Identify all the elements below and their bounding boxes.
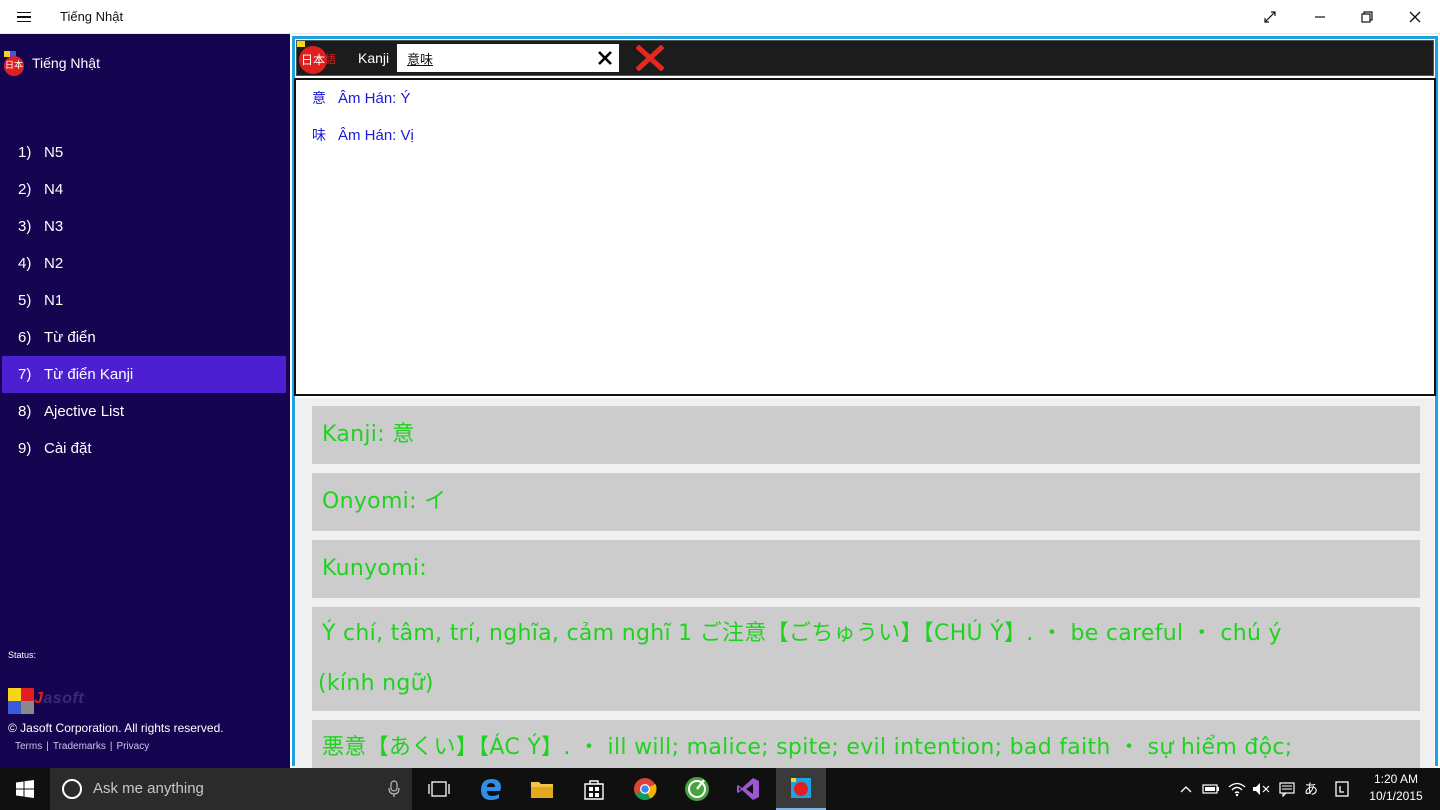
title-bar: Tiếng Nhật bbox=[0, 0, 1440, 34]
microphone-icon[interactable] bbox=[388, 780, 400, 798]
visual-studio-icon bbox=[737, 778, 759, 800]
taskbar-clock[interactable]: 1:20 AM 10/1/2015 bbox=[1366, 771, 1426, 805]
minimize-icon bbox=[1315, 16, 1325, 18]
red-x-icon bbox=[635, 44, 665, 72]
fullscreen-button[interactable] bbox=[1247, 0, 1293, 34]
restore-icon bbox=[1361, 11, 1373, 23]
search-mode-label: Kanji bbox=[358, 50, 390, 66]
search-field bbox=[397, 44, 619, 72]
sidebar-item-n2[interactable]: 4) N2 bbox=[2, 245, 286, 282]
chrome-icon bbox=[634, 778, 657, 800]
speaker-muted-icon bbox=[1253, 783, 1270, 795]
taskbar: Ask me anything あ 1:20 AM 10/1/2015 bbox=[0, 768, 1440, 810]
onyomi-card: Onyomi: イ bbox=[312, 473, 1420, 531]
clock-time: 1:20 AM bbox=[1373, 772, 1419, 786]
visual-studio-button[interactable] bbox=[723, 768, 773, 810]
list-item[interactable]: 味 Âm Hán: Vị bbox=[312, 125, 414, 145]
sidebar-item-n1[interactable]: 5) N1 bbox=[2, 282, 286, 319]
app-button-green[interactable] bbox=[672, 768, 722, 810]
network-button[interactable] bbox=[1226, 768, 1248, 810]
japanese-app-button[interactable] bbox=[776, 768, 826, 810]
show-hidden-icons-button[interactable] bbox=[1176, 768, 1196, 810]
edge-icon bbox=[481, 779, 501, 800]
sidebar-item-settings[interactable]: 9) Cài đặt bbox=[2, 430, 286, 467]
restore-button[interactable] bbox=[1344, 0, 1390, 34]
wifi-icon bbox=[1228, 782, 1246, 797]
start-button[interactable] bbox=[0, 768, 50, 810]
expand-icon bbox=[1264, 11, 1276, 23]
store-button[interactable] bbox=[569, 768, 619, 810]
kanji-card: Kanji: 意 bbox=[312, 406, 1420, 464]
file-explorer-button[interactable] bbox=[517, 768, 567, 810]
clock-date: 10/1/2015 bbox=[1369, 789, 1423, 803]
window-title: Tiếng Nhật bbox=[60, 9, 124, 24]
sidebar-item-n3[interactable]: 3) N3 bbox=[2, 208, 286, 245]
folder-icon bbox=[531, 782, 553, 798]
chrome-button[interactable] bbox=[620, 768, 670, 810]
action-center-button[interactable] bbox=[1276, 768, 1298, 810]
battery-button[interactable] bbox=[1200, 768, 1222, 810]
main-content: 日本 語 Kanji 意Âm Hán: Ý 味Âm Hán: Vị bbox=[290, 34, 1440, 768]
kanji-details-panel: Kanji: 意 Onyomi: イ Kunyomi: Ý chí, tâm, … bbox=[296, 398, 1434, 768]
sidebar: 日本 Tiếng Nhật 1) N5 2) N4 3) N3 4) N2 5) N1 6… bbox=[0, 34, 290, 768]
hamburger-menu-button[interactable] bbox=[10, 5, 38, 29]
privacy-link[interactable]: Privacy bbox=[116, 741, 149, 752]
kanji-result-list: 意 Âm Hán: Ý 味 Âm Hán: Vị bbox=[294, 78, 1436, 396]
task-view-icon bbox=[428, 781, 450, 797]
status-label: Status: bbox=[8, 650, 37, 660]
sidebar-header: 日本 Tiếng Nhật bbox=[4, 51, 100, 76]
search-bar: 日本 語 Kanji bbox=[296, 40, 1434, 76]
app-window: Tiếng Nhật 日本 Tiếng Nhật 1) N5 2) N4 3) N3 … bbox=[0, 0, 1440, 810]
windows-logo-icon bbox=[16, 780, 34, 798]
cortana-search-box[interactable]: Ask me anything bbox=[50, 768, 412, 810]
cortana-placeholder: Ask me anything bbox=[93, 780, 204, 797]
task-view-button[interactable] bbox=[414, 768, 464, 810]
clear-search-button[interactable] bbox=[595, 48, 615, 68]
close-icon bbox=[1409, 11, 1421, 23]
message-icon bbox=[1279, 782, 1295, 797]
example-card: 悪意【あくい】【ÁC Ý】. ・ ill will; malice; spite… bbox=[312, 720, 1420, 768]
volume-button[interactable] bbox=[1250, 768, 1272, 810]
list-item[interactable]: 意 Âm Hán: Ý bbox=[312, 88, 411, 108]
sidebar-item-n4[interactable]: 2) N4 bbox=[2, 171, 286, 208]
notification-button[interactable] bbox=[1330, 768, 1354, 810]
edge-browser-button[interactable] bbox=[466, 768, 516, 810]
meaning-card: Ý chí, tâm, trí, nghĩa, cảm nghĩ 1 ご注意【ご… bbox=[312, 607, 1420, 711]
kunyomi-card: Kunyomi: bbox=[312, 540, 1420, 598]
close-window-button[interactable] bbox=[1392, 0, 1438, 34]
app-logo-icon: 日本 bbox=[4, 51, 28, 76]
app-badge-icon: 日本 語 bbox=[297, 41, 337, 77]
sidebar-item-dictionary[interactable]: 6) Từ điển bbox=[2, 319, 286, 356]
terms-link[interactable]: Terms bbox=[15, 741, 42, 752]
sidebar-app-name: Tiếng Nhật bbox=[32, 55, 100, 71]
sidebar-nav: 1) N5 2) N4 3) N3 4) N2 5) N1 6) Từ điển 7) Từ … bbox=[2, 134, 286, 467]
copyright-text: © Jasoft Corporation. All rights reserve… bbox=[8, 721, 224, 735]
cortana-icon bbox=[62, 779, 82, 799]
minimize-button[interactable] bbox=[1297, 0, 1343, 34]
trademarks-link[interactable]: Trademarks bbox=[53, 741, 106, 752]
ime-indicator[interactable]: あ bbox=[1300, 768, 1322, 810]
sidebar-item-n5[interactable]: 1) N5 bbox=[2, 134, 286, 171]
jasoft-logo: Jasoft bbox=[8, 686, 108, 714]
chevron-up-icon bbox=[1180, 786, 1192, 793]
search-input[interactable] bbox=[397, 44, 587, 72]
battery-icon bbox=[1202, 784, 1219, 794]
clear-icon bbox=[598, 51, 612, 65]
notification-icon bbox=[1335, 781, 1349, 797]
sidebar-item-kanji-dictionary[interactable]: 7) Từ điển Kanji bbox=[2, 356, 286, 393]
hamburger-icon bbox=[17, 11, 31, 14]
japanese-app-icon bbox=[791, 778, 811, 798]
sidebar-item-adjective-list[interactable]: 8) Ajective List bbox=[2, 393, 286, 430]
footer-links: Terms | Trademarks | Privacy bbox=[15, 741, 150, 752]
store-bag-icon bbox=[584, 780, 604, 800]
close-search-button[interactable] bbox=[635, 44, 665, 72]
green-circle-app-icon bbox=[685, 777, 709, 801]
